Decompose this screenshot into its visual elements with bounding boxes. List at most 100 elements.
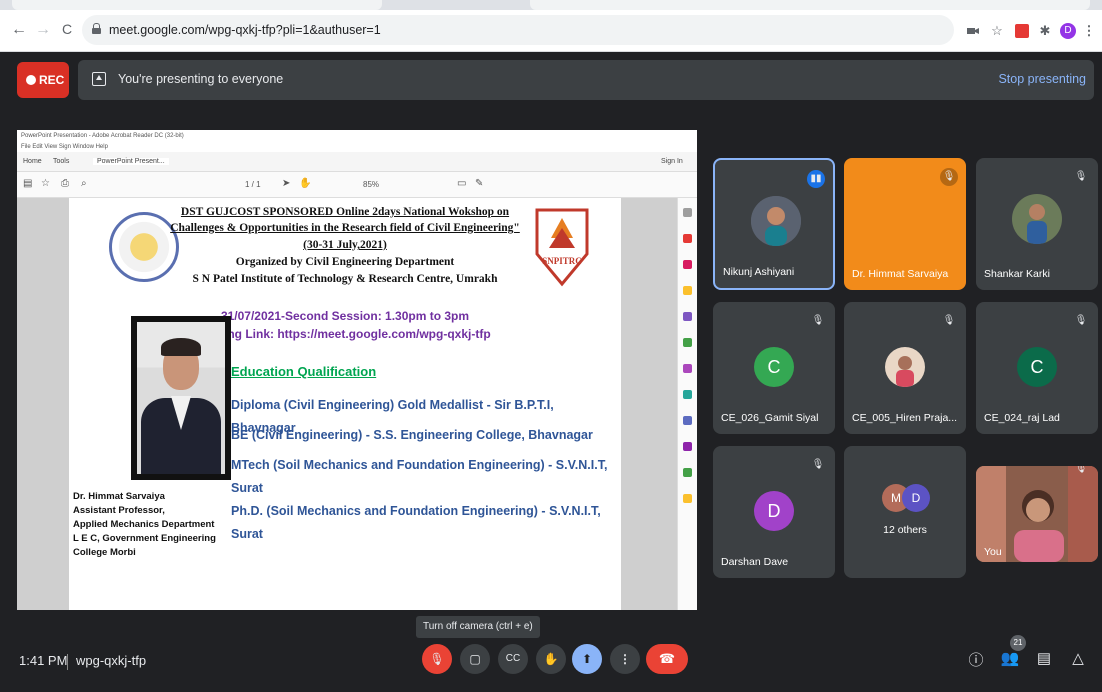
- participant-photo: [1012, 194, 1062, 244]
- activities-icon[interactable]: △: [1068, 649, 1088, 667]
- fill-sign-tool-icon: [683, 442, 692, 451]
- others-avatar: D: [902, 484, 930, 512]
- participant-tile[interactable]: ▮▮ Nikunj Ashiyani: [713, 158, 835, 290]
- star-icon: ☆: [41, 178, 50, 189]
- acrobat-tabs: Home Tools PowerPoint Present... Sign In: [17, 152, 697, 172]
- pen-icon: ✎: [475, 178, 484, 189]
- participant-tile[interactable]: 🎙 C CE_026_Gamit Siyal: [713, 302, 835, 434]
- edu-item: Ph.D. (Soil Mechanics and Foundation Eng…: [231, 504, 601, 541]
- acrobat-tools-rail: [677, 198, 697, 610]
- url-text[interactable]: meet.google.com/wpg-qxkj-tfp?pli=1&authu…: [109, 23, 381, 37]
- lock-icon[interactable]: [92, 23, 101, 34]
- comment-tool-icon: [683, 286, 692, 295]
- captions-button[interactable]: CC: [498, 644, 528, 674]
- print-icon: ⎙: [61, 178, 69, 189]
- speaker-college-cont: College Morbi: [73, 547, 136, 558]
- meeting-time: 1:41 PM: [19, 653, 68, 668]
- people-icon[interactable]: 👥: [1000, 649, 1020, 667]
- speaker-department: Applied Mechanics Department: [73, 519, 215, 530]
- slide-page: SNPITRC DST GUJCOST SPONSORED Online 2da…: [69, 198, 621, 610]
- participant-tile[interactable]: 🎙 C CE_024_raj Lad: [976, 302, 1098, 434]
- stop-presenting-button[interactable]: Stop presenting: [998, 72, 1086, 86]
- self-video-tile[interactable]: 🎙 You: [976, 466, 1098, 562]
- meet-topbar: REC You're presenting to everyone Stop p…: [0, 52, 1102, 112]
- speaker-profile: Dr. Himmat Sarvaiya Assistant Professor,…: [73, 490, 233, 560]
- divider: [67, 654, 68, 670]
- scan-tool-icon: [683, 390, 692, 399]
- shared-screen: PowerPoint Presentation - Adobe Acrobat …: [17, 130, 697, 610]
- zoom-level: 85%: [363, 180, 380, 189]
- back-arrow-icon[interactable]: ←: [10, 21, 28, 39]
- comment-icon: ▭: [457, 178, 467, 189]
- reload-icon[interactable]: C: [58, 21, 76, 37]
- participant-tile[interactable]: 🎙 CE_005_Hiren Praja...: [844, 302, 966, 434]
- slide-institute: S N Patel Institute of Technology & Rese…: [192, 273, 498, 285]
- mic-off-icon: 🎙: [940, 168, 958, 186]
- extensions-puzzle-icon[interactable]: ✱: [1038, 24, 1052, 38]
- address-bar[interactable]: meet.google.com/wpg-qxkj-tfp?pli=1&authu…: [82, 15, 954, 45]
- participant-tile[interactable]: 🎙 Dr. Himmat Sarvaiya: [844, 158, 966, 290]
- participant-avatar: C: [754, 347, 794, 387]
- participant-name: Shankar Karki: [984, 268, 1050, 280]
- speaking-indicator-icon: ▮▮: [807, 170, 825, 188]
- participant-photo: [885, 347, 925, 387]
- tab-home: Home: [23, 158, 42, 165]
- protect-tool-icon: [683, 416, 692, 425]
- present-now-button[interactable]: ⬆: [572, 644, 602, 674]
- recording-button[interactable]: REC: [17, 62, 69, 98]
- participant-avatar: D: [754, 491, 794, 531]
- speaker-college: L E C, Government Engineering: [73, 533, 216, 544]
- profile-avatar[interactable]: D: [1060, 23, 1076, 39]
- slide-title-line1: DST GUJCOST SPONSORED Online 2days Natio…: [180, 206, 510, 218]
- tab-document: PowerPoint Present...: [93, 158, 169, 165]
- raise-hand-button[interactable]: ✋: [536, 644, 566, 674]
- participant-tile[interactable]: 🎙 D Darshan Dave: [713, 446, 835, 578]
- participant-name: Dr. Himmat Sarvaiya: [852, 268, 949, 280]
- camera-indicator-icon[interactable]: [966, 24, 980, 38]
- others-tile[interactable]: M D 12 others: [844, 446, 966, 578]
- bookmark-star-icon[interactable]: ☆: [990, 24, 1004, 38]
- meeting-code: wpg-qxkj-tfp: [76, 653, 147, 668]
- slide-dates: (30-31 July,2021): [303, 239, 387, 251]
- organize-tool-icon: [683, 312, 692, 321]
- meeting-details-icon[interactable]: ⓘ: [966, 649, 986, 670]
- acrobat-extension-icon[interactable]: [1015, 24, 1029, 38]
- mic-off-icon: 🎙: [811, 315, 825, 326]
- kebab-menu-icon[interactable]: ⋮: [1082, 24, 1096, 38]
- slide-title-line2: Challenges & Opportunities in the Resear…: [170, 222, 520, 234]
- hand-icon: ✋: [299, 178, 312, 189]
- edu-item: BE (Civil Engineering) - S.S. Engineerin…: [231, 428, 593, 442]
- more-tools-icon: [683, 494, 692, 503]
- speaker-photo: [131, 316, 231, 480]
- page-indicator: 1 / 1: [245, 180, 261, 189]
- mic-toggle-button[interactable]: 🎙: [422, 644, 452, 674]
- leave-call-button[interactable]: ☎: [646, 644, 688, 674]
- sign-tool-icon: [683, 364, 692, 373]
- mic-off-icon: 🎙: [1074, 466, 1088, 474]
- export-tool-icon: [683, 260, 692, 269]
- acrobat-menu: File Edit View Sign Window Help: [21, 144, 108, 150]
- participant-photo: [751, 196, 801, 246]
- participant-name: CE_024_raj Lad: [984, 412, 1060, 424]
- participant-count-badge: 21: [1010, 635, 1026, 651]
- camera-toggle-button[interactable]: ▢: [460, 644, 490, 674]
- recording-label: REC: [39, 73, 65, 87]
- participant-name: Nikunj Ashiyani: [723, 266, 795, 278]
- record-dot-icon: [26, 75, 36, 85]
- slide-organized-by: Organized by Civil Engineering Departmen…: [235, 256, 455, 268]
- forward-arrow-icon[interactable]: →: [34, 21, 52, 39]
- edit-tool-icon: [683, 338, 692, 347]
- browser-tab[interactable]: [530, 0, 1090, 10]
- presenting-text: You're presenting to everyone: [118, 72, 284, 86]
- chat-icon[interactable]: ▤: [1034, 649, 1054, 667]
- browser-tab[interactable]: [12, 0, 382, 10]
- cursor-icon: ➤: [282, 178, 291, 189]
- edu-item: MTech (Soil Mechanics and Foundation Eng…: [231, 458, 608, 495]
- participant-tile[interactable]: 🎙 Shankar Karki: [976, 158, 1098, 290]
- presenting-banner: You're presenting to everyone Stop prese…: [78, 60, 1094, 100]
- mic-off-icon: 🎙: [1074, 171, 1088, 182]
- education-heading: Education Qualification: [231, 364, 377, 379]
- participant-avatar: C: [1017, 347, 1057, 387]
- more-options-button[interactable]: ⋮: [610, 644, 640, 674]
- browser-toolbar: ← → C meet.google.com/wpg-qxkj-tfp?pli=1…: [0, 10, 1102, 52]
